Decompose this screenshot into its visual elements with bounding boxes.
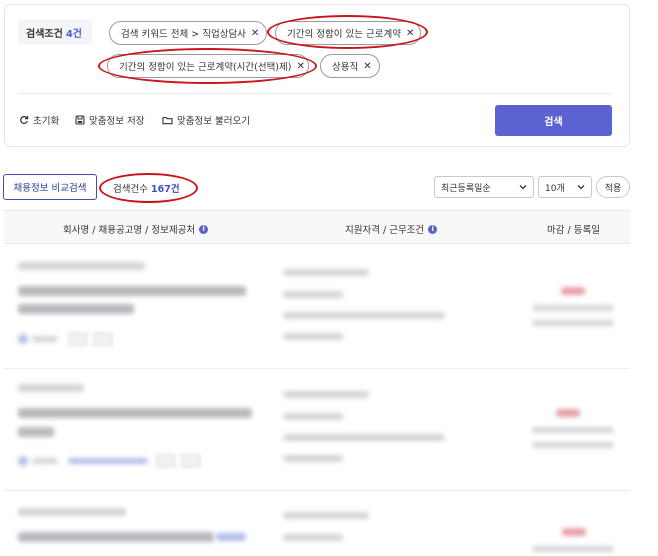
refresh-icon bbox=[20, 116, 29, 125]
filter-chip-label: 기간의 정함이 있는 근로계약 bbox=[287, 29, 401, 40]
column-header-deadline[interactable]: 마감 / 등록일 bbox=[547, 222, 600, 236]
remove-chip-icon[interactable]: ✕ bbox=[251, 28, 259, 39]
blurred-company-name bbox=[18, 384, 84, 392]
blurred-tag bbox=[68, 332, 88, 346]
info-icon[interactable]: i bbox=[199, 224, 209, 234]
result-count-value: 167건 bbox=[151, 184, 180, 195]
blurred-date bbox=[532, 442, 614, 448]
filter-condition-label: 검색조건 4건 bbox=[18, 19, 92, 45]
search-button[interactable]: 검색 bbox=[495, 105, 612, 136]
column-header-label: 지원자격 / 근무조건 bbox=[345, 225, 425, 236]
blurred-source-icon bbox=[18, 456, 28, 466]
row-divider bbox=[4, 368, 630, 369]
page-size-select[interactable]: 10개 bbox=[538, 176, 592, 198]
blurred-job-title bbox=[18, 286, 246, 296]
apply-button[interactable]: 적용 bbox=[596, 176, 630, 198]
info-icon[interactable]: i bbox=[428, 224, 438, 234]
filter-chip-fixed-term-contract[interactable]: 기간의 정함이 있는 근로계약 ✕ bbox=[275, 21, 421, 45]
blurred-work-condition bbox=[283, 312, 445, 319]
filter-chip-permanent[interactable]: 상용직 ✕ bbox=[320, 54, 380, 78]
column-header-label: 마감 / 등록일 bbox=[547, 225, 600, 236]
blurred-company-name bbox=[18, 262, 145, 270]
save-icon bbox=[75, 115, 85, 125]
blurred-deadline bbox=[556, 409, 580, 417]
blurred-date bbox=[532, 546, 614, 552]
divider bbox=[18, 93, 612, 94]
compare-jobs-button[interactable]: 채용정보 비교검색 bbox=[3, 174, 97, 200]
reset-label: 초기화 bbox=[33, 116, 60, 127]
blurred-link bbox=[68, 458, 148, 464]
blurred-work-condition bbox=[283, 333, 343, 340]
filter-chip-label: 기간의 정함이 있는 근로계약(시간(선택)제) bbox=[119, 62, 292, 73]
save-custom-button[interactable]: 맞춤정보 저장 bbox=[75, 113, 144, 127]
filter-chip-label: 상용직 bbox=[332, 62, 359, 73]
column-header-qualifications[interactable]: 지원자격 / 근무조건 i bbox=[345, 222, 438, 236]
blurred-tag bbox=[156, 454, 176, 468]
load-custom-label: 맞춤정보 불러오기 bbox=[177, 116, 250, 127]
blurred-qualification bbox=[283, 534, 343, 541]
blurred-job-title bbox=[18, 427, 54, 437]
remove-chip-icon[interactable]: ✕ bbox=[363, 61, 371, 72]
row-divider bbox=[4, 490, 630, 491]
blurred-work-condition bbox=[283, 455, 343, 462]
folder-icon bbox=[162, 116, 173, 125]
blurred-tag bbox=[181, 454, 201, 468]
page-size-value: 10개 bbox=[545, 183, 565, 194]
column-header-label: 회사명 / 채용공고명 / 정보제공처 bbox=[63, 225, 196, 236]
blurred-source-name bbox=[32, 458, 58, 464]
remove-chip-icon[interactable]: ✕ bbox=[296, 61, 304, 72]
filter-label-text: 검색조건 bbox=[26, 28, 63, 40]
reset-button[interactable]: 초기화 bbox=[19, 113, 59, 127]
result-count: 검색건수 167건 bbox=[113, 181, 180, 195]
column-header-company[interactable]: 회사명 / 채용공고명 / 정보제공처 i bbox=[63, 222, 209, 236]
filter-chip-label: 검색 키워드 전체 > 직업상담사 bbox=[121, 29, 246, 40]
filter-chip-fixed-term-part-time[interactable]: 기간의 정함이 있는 근로계약(시간(선택)제) ✕ bbox=[107, 54, 309, 78]
blurred-deadline bbox=[561, 287, 585, 295]
blurred-job-title bbox=[18, 532, 214, 542]
load-custom-button[interactable]: 맞춤정보 불러오기 bbox=[162, 113, 250, 127]
filter-chip-keyword[interactable]: 검색 키워드 전체 > 직업상담사 ✕ bbox=[109, 21, 267, 45]
blurred-qualification bbox=[283, 413, 343, 420]
blurred-qualification bbox=[283, 269, 369, 276]
save-custom-label: 맞춤정보 저장 bbox=[89, 116, 145, 127]
blurred-deadline bbox=[562, 528, 586, 536]
blurred-job-title bbox=[18, 304, 134, 314]
blurred-source-name bbox=[32, 336, 58, 342]
filter-count: 4건 bbox=[65, 28, 82, 40]
blurred-company-name bbox=[18, 508, 126, 516]
blurred-date bbox=[532, 320, 614, 326]
result-count-label: 검색건수 bbox=[113, 184, 148, 195]
blurred-job-title bbox=[18, 408, 252, 418]
blurred-tag bbox=[93, 332, 113, 346]
chevron-down-icon bbox=[577, 185, 585, 190]
results-table-header: 회사명 / 채용공고명 / 정보제공처 i 지원자격 / 근무조건 i 마감 /… bbox=[4, 210, 630, 244]
sort-select[interactable]: 최근등록일순 bbox=[434, 176, 534, 198]
blurred-work-condition bbox=[283, 434, 445, 441]
chevron-down-icon bbox=[519, 185, 527, 190]
blurred-source-icon bbox=[18, 334, 28, 344]
remove-chip-icon[interactable]: ✕ bbox=[406, 28, 414, 39]
blurred-qualification bbox=[283, 291, 343, 298]
blurred-date bbox=[532, 427, 614, 433]
blurred-date bbox=[532, 305, 614, 311]
sort-select-value: 최근등록일순 bbox=[441, 183, 491, 194]
blurred-qualification bbox=[283, 512, 369, 519]
blurred-link bbox=[216, 533, 246, 541]
blurred-qualification bbox=[283, 391, 369, 398]
